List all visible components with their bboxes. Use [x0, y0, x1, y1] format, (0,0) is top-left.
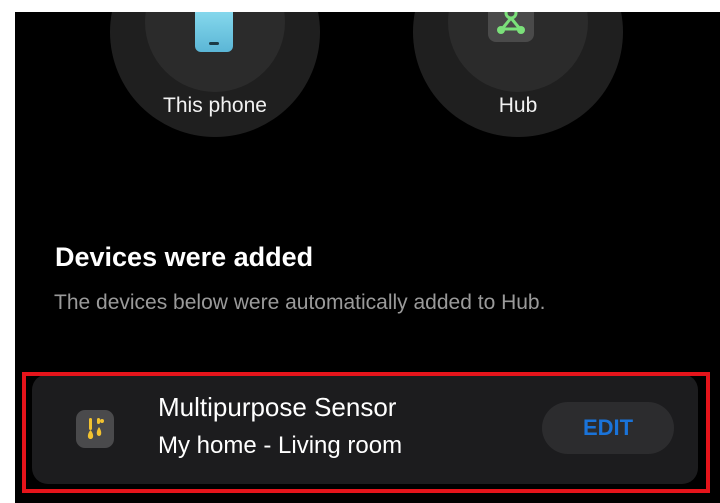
edit-button[interactable]: EDIT [542, 402, 674, 454]
section-description: The devices below were automatically add… [54, 291, 546, 314]
smartphone-icon [195, 12, 233, 52]
section-title: Devices were added [55, 242, 314, 272]
screen: This phone Hub Devices were added The de… [15, 12, 720, 503]
phone-device-label: This phone [163, 94, 267, 117]
hub-icon [488, 12, 534, 42]
device-card[interactable]: Multipurpose Sensor My home - Living roo… [32, 374, 698, 484]
device-location: My home - Living room [158, 432, 403, 459]
hub-device-label: Hub [498, 94, 538, 117]
multipurpose-sensor-icon [76, 410, 114, 448]
device-name: Multipurpose Sensor [158, 392, 397, 422]
